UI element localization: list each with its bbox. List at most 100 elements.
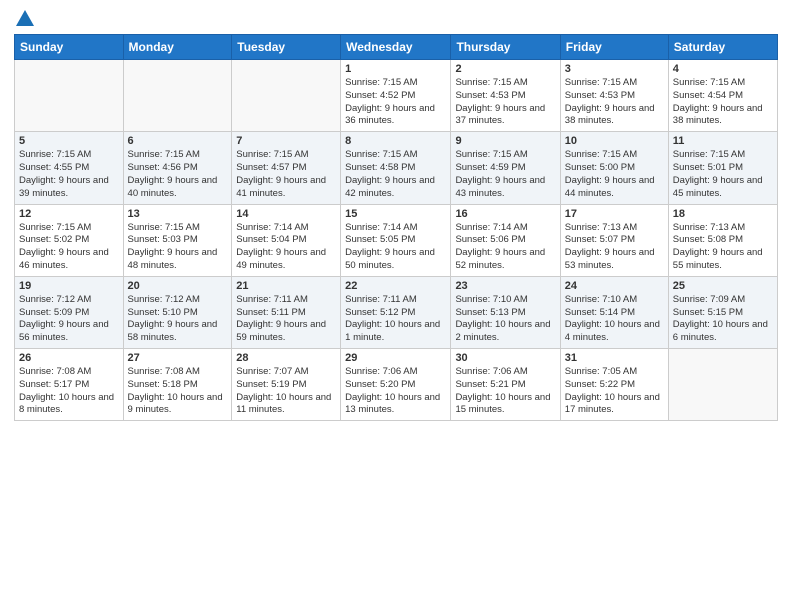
day-number: 12 xyxy=(19,208,119,220)
calendar-cell: 30 Sunrise: 7:06 AM Sunset: 5:21 PM Dayli… xyxy=(451,349,560,421)
day-number: 21 xyxy=(236,280,336,292)
day-number: 20 xyxy=(128,280,228,292)
day-number: 29 xyxy=(345,352,446,364)
day-info: Sunrise: 7:10 AM Sunset: 5:14 PM Dayligh… xyxy=(565,294,664,345)
day-number: 6 xyxy=(128,135,228,147)
day-number: 2 xyxy=(455,63,555,75)
calendar-cell xyxy=(15,60,124,132)
day-number: 7 xyxy=(236,135,336,147)
weekday-header-sunday: Sunday xyxy=(15,35,124,60)
day-number: 16 xyxy=(455,208,555,220)
day-number: 13 xyxy=(128,208,228,220)
day-info: Sunrise: 7:15 AM Sunset: 4:53 PM Dayligh… xyxy=(455,77,555,128)
day-number: 5 xyxy=(19,135,119,147)
calendar-cell: 25 Sunrise: 7:09 AM Sunset: 5:15 PM Dayli… xyxy=(668,276,777,348)
day-info: Sunrise: 7:08 AM Sunset: 5:17 PM Dayligh… xyxy=(19,366,119,417)
weekday-header-tuesday: Tuesday xyxy=(232,35,341,60)
weekday-header-saturday: Saturday xyxy=(668,35,777,60)
day-info: Sunrise: 7:15 AM Sunset: 4:54 PM Dayligh… xyxy=(673,77,773,128)
day-number: 1 xyxy=(345,63,446,75)
day-number: 23 xyxy=(455,280,555,292)
day-number: 24 xyxy=(565,280,664,292)
day-info: Sunrise: 7:06 AM Sunset: 5:21 PM Dayligh… xyxy=(455,366,555,417)
day-number: 11 xyxy=(673,135,773,147)
day-info: Sunrise: 7:15 AM Sunset: 4:56 PM Dayligh… xyxy=(128,149,228,200)
weekday-header-thursday: Thursday xyxy=(451,35,560,60)
day-info: Sunrise: 7:05 AM Sunset: 5:22 PM Dayligh… xyxy=(565,366,664,417)
day-number: 8 xyxy=(345,135,446,147)
day-number: 18 xyxy=(673,208,773,220)
calendar-cell: 16 Sunrise: 7:14 AM Sunset: 5:06 PM Dayli… xyxy=(451,204,560,276)
day-info: Sunrise: 7:10 AM Sunset: 5:13 PM Dayligh… xyxy=(455,294,555,345)
calendar-cell: 24 Sunrise: 7:10 AM Sunset: 5:14 PM Dayli… xyxy=(560,276,668,348)
day-info: Sunrise: 7:12 AM Sunset: 5:09 PM Dayligh… xyxy=(19,294,119,345)
week-row-3: 12 Sunrise: 7:15 AM Sunset: 5:02 PM Dayli… xyxy=(15,204,778,276)
day-number: 9 xyxy=(455,135,555,147)
calendar-cell: 23 Sunrise: 7:10 AM Sunset: 5:13 PM Dayli… xyxy=(451,276,560,348)
day-info: Sunrise: 7:15 AM Sunset: 4:58 PM Dayligh… xyxy=(345,149,446,200)
calendar-cell: 21 Sunrise: 7:11 AM Sunset: 5:11 PM Dayli… xyxy=(232,276,341,348)
week-row-4: 19Sunrise: 7:12 AM Sunset: 5:09 PM Dayli… xyxy=(15,276,778,348)
calendar-cell: 26Sunrise: 7:08 AM Sunset: 5:17 PM Dayli… xyxy=(15,349,124,421)
day-info: Sunrise: 7:09 AM Sunset: 5:15 PM Dayligh… xyxy=(673,294,773,345)
day-number: 30 xyxy=(455,352,555,364)
day-number: 31 xyxy=(565,352,664,364)
calendar-cell: 22 Sunrise: 7:11 AM Sunset: 5:12 PM Dayli… xyxy=(341,276,451,348)
day-info: Sunrise: 7:14 AM Sunset: 5:06 PM Dayligh… xyxy=(455,222,555,273)
calendar-cell: 5 Sunrise: 7:15 AM Sunset: 4:55 PM Daylig… xyxy=(15,132,124,204)
day-info: Sunrise: 7:15 AM Sunset: 5:02 PM Dayligh… xyxy=(19,222,119,273)
day-info: Sunrise: 7:11 AM Sunset: 5:12 PM Dayligh… xyxy=(345,294,446,345)
day-number: 3 xyxy=(565,63,664,75)
day-number: 28 xyxy=(236,352,336,364)
header xyxy=(14,10,778,28)
weekday-header-monday: Monday xyxy=(123,35,232,60)
day-info: Sunrise: 7:15 AM Sunset: 4:57 PM Dayligh… xyxy=(236,149,336,200)
day-number: 25 xyxy=(673,280,773,292)
calendar-cell: 29 Sunrise: 7:06 AM Sunset: 5:20 PM Dayli… xyxy=(341,349,451,421)
day-info: Sunrise: 7:14 AM Sunset: 5:04 PM Dayligh… xyxy=(236,222,336,273)
day-info: Sunrise: 7:13 AM Sunset: 5:07 PM Dayligh… xyxy=(565,222,664,273)
weekday-header-friday: Friday xyxy=(560,35,668,60)
day-info: Sunrise: 7:06 AM Sunset: 5:20 PM Dayligh… xyxy=(345,366,446,417)
day-number: 22 xyxy=(345,280,446,292)
day-info: Sunrise: 7:08 AM Sunset: 5:18 PM Dayligh… xyxy=(128,366,228,417)
calendar-cell xyxy=(668,349,777,421)
calendar-cell: 4Sunrise: 7:15 AM Sunset: 4:54 PM Daylig… xyxy=(668,60,777,132)
calendar-cell: 17 Sunrise: 7:13 AM Sunset: 5:07 PM Dayli… xyxy=(560,204,668,276)
calendar-cell: 13 Sunrise: 7:15 AM Sunset: 5:03 PM Dayli… xyxy=(123,204,232,276)
calendar-cell: 31 Sunrise: 7:05 AM Sunset: 5:22 PM Dayli… xyxy=(560,349,668,421)
day-info: Sunrise: 7:15 AM Sunset: 5:01 PM Dayligh… xyxy=(673,149,773,200)
logo xyxy=(14,10,34,28)
logo-triangle-icon xyxy=(16,10,34,26)
weekday-header-row: SundayMondayTuesdayWednesdayThursdayFrid… xyxy=(15,35,778,60)
day-info: Sunrise: 7:07 AM Sunset: 5:19 PM Dayligh… xyxy=(236,366,336,417)
calendar-cell: 6 Sunrise: 7:15 AM Sunset: 4:56 PM Daylig… xyxy=(123,132,232,204)
calendar-cell: 12 Sunrise: 7:15 AM Sunset: 5:02 PM Dayli… xyxy=(15,204,124,276)
calendar-cell xyxy=(123,60,232,132)
day-info: Sunrise: 7:13 AM Sunset: 5:08 PM Dayligh… xyxy=(673,222,773,273)
calendar-cell: 15 Sunrise: 7:14 AM Sunset: 5:05 PM Dayli… xyxy=(341,204,451,276)
week-row-2: 5 Sunrise: 7:15 AM Sunset: 4:55 PM Daylig… xyxy=(15,132,778,204)
day-number: 15 xyxy=(345,208,446,220)
calendar-cell: 2 Sunrise: 7:15 AM Sunset: 4:53 PM Daylig… xyxy=(451,60,560,132)
calendar-cell: 20Sunrise: 7:12 AM Sunset: 5:10 PM Dayli… xyxy=(123,276,232,348)
day-number: 14 xyxy=(236,208,336,220)
calendar-cell: 10 Sunrise: 7:15 AM Sunset: 5:00 PM Dayli… xyxy=(560,132,668,204)
day-info: Sunrise: 7:15 AM Sunset: 5:00 PM Dayligh… xyxy=(565,149,664,200)
calendar-cell: 11 Sunrise: 7:15 AM Sunset: 5:01 PM Dayli… xyxy=(668,132,777,204)
day-info: Sunrise: 7:15 AM Sunset: 5:03 PM Dayligh… xyxy=(128,222,228,273)
week-row-5: 26Sunrise: 7:08 AM Sunset: 5:17 PM Dayli… xyxy=(15,349,778,421)
day-info: Sunrise: 7:15 AM Sunset: 4:59 PM Dayligh… xyxy=(455,149,555,200)
day-number: 10 xyxy=(565,135,664,147)
calendar-cell: 9 Sunrise: 7:15 AM Sunset: 4:59 PM Daylig… xyxy=(451,132,560,204)
day-info: Sunrise: 7:14 AM Sunset: 5:05 PM Dayligh… xyxy=(345,222,446,273)
day-number: 27 xyxy=(128,352,228,364)
day-info: Sunrise: 7:11 AM Sunset: 5:11 PM Dayligh… xyxy=(236,294,336,345)
calendar-cell: 7 Sunrise: 7:15 AM Sunset: 4:57 PM Daylig… xyxy=(232,132,341,204)
day-info: Sunrise: 7:15 AM Sunset: 4:55 PM Dayligh… xyxy=(19,149,119,200)
calendar-cell: 8 Sunrise: 7:15 AM Sunset: 4:58 PM Daylig… xyxy=(341,132,451,204)
week-row-1: 1Sunrise: 7:15 AM Sunset: 4:52 PM Daylig… xyxy=(15,60,778,132)
calendar-cell: 27 Sunrise: 7:08 AM Sunset: 5:18 PM Dayli… xyxy=(123,349,232,421)
day-number: 17 xyxy=(565,208,664,220)
calendar-cell: 1Sunrise: 7:15 AM Sunset: 4:52 PM Daylig… xyxy=(341,60,451,132)
